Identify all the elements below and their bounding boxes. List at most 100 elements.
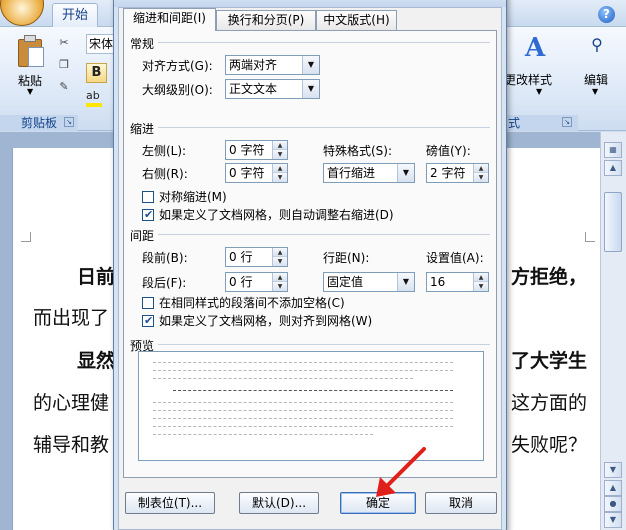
editing-label[interactable]: 编辑 [584, 71, 608, 88]
spin-up-icon[interactable]: ▲ [273, 248, 287, 257]
preview-line [153, 362, 453, 364]
tab-home[interactable]: 开始 [52, 3, 98, 28]
section-indent-heading: 缩进 [130, 122, 155, 136]
highlight-button[interactable]: ab [86, 87, 112, 107]
dialog-title-bar[interactable] [114, 0, 506, 7]
spin-up-icon[interactable]: ▲ [474, 164, 488, 173]
spin-down-icon[interactable]: ▼ [474, 173, 488, 182]
snap-to-grid-label: 如果定义了文档网格，则对齐到网格(W) [159, 314, 373, 328]
format-painter-icon[interactable]: ✎ [56, 79, 72, 95]
scroll-up-icon[interactable]: ▲ [604, 160, 622, 176]
vertical-scrollbar[interactable]: ▦ ▲ ▼ ▲ ● ▼ [600, 132, 626, 530]
space-before-label: 段前(B): [142, 251, 188, 265]
doc-text-fragment: 方拒绝， [511, 266, 588, 288]
chevron-down-icon[interactable]: ▼ [397, 273, 414, 291]
line-spacing-select[interactable]: 固定值 ▼ [323, 272, 415, 292]
chevron-down-icon[interactable]: ▼ [27, 87, 33, 96]
font-name-box[interactable]: 宋体 [86, 34, 116, 54]
spin-up-icon[interactable]: ▲ [273, 164, 287, 173]
doc-text-fragment: 日前 [77, 266, 116, 288]
help-icon[interactable]: ? [598, 6, 615, 23]
cancel-button[interactable]: 取消 [425, 492, 497, 514]
doc-text-fragment: 这方面的 [511, 392, 588, 414]
spin-down-icon[interactable]: ▼ [273, 173, 287, 182]
special-indent-value: 首行缩进 [327, 166, 376, 180]
checkbox-box[interactable]: ✔ [142, 191, 154, 203]
dialog-launcher-icon[interactable]: ↘ [562, 117, 572, 127]
indent-by-label: 磅值(Y): [426, 144, 471, 158]
doc-text-fragment: 辅导和教 [33, 434, 110, 456]
section-divider [158, 234, 490, 235]
section-divider [158, 344, 490, 345]
chevron-down-icon[interactable]: ▼ [397, 164, 414, 182]
chevron-down-icon[interactable]: ▼ [536, 87, 542, 96]
spin-up-icon[interactable]: ▲ [273, 273, 287, 282]
doc-text-fragment: 的心理健 [33, 392, 110, 414]
spin-up-icon[interactable]: ▲ [273, 141, 287, 150]
section-divider [158, 42, 490, 43]
spin-up-icon[interactable]: ▲ [474, 273, 488, 282]
paste-icon[interactable] [16, 33, 46, 69]
left-indent-spinner[interactable]: 0 字符 ▲ ▼ [225, 140, 288, 160]
office-button[interactable] [0, 0, 44, 26]
checkbox-box[interactable]: ✔ [142, 209, 154, 221]
highlight-label: ab [86, 89, 100, 102]
highlight-color-bar [86, 103, 102, 107]
spin-down-icon[interactable]: ▼ [273, 257, 287, 266]
outline-level-select[interactable]: 正文文本 ▼ [225, 79, 320, 99]
section-spacing-heading: 间距 [130, 229, 155, 243]
change-styles-icon[interactable]: A [525, 33, 555, 63]
checkmark-icon: ✔ [144, 208, 154, 221]
space-before-spinner[interactable]: 0 行 ▲ ▼ [225, 247, 288, 267]
scroll-down-icon[interactable]: ▼ [604, 462, 622, 478]
preview-line [153, 378, 413, 380]
checkbox-box[interactable]: ✔ [142, 315, 154, 327]
special-indent-select[interactable]: 首行缩进 ▼ [323, 163, 415, 183]
scrollbar-thumb[interactable] [604, 192, 622, 252]
tab-asian-typography[interactable]: 中文版式(H) [316, 10, 397, 30]
ruler-toggle-icon[interactable]: ▦ [604, 142, 622, 158]
checkbox-box[interactable]: ✔ [142, 297, 154, 309]
preview-line [153, 426, 453, 428]
spacing-at-spinner[interactable]: 16 ▲ ▼ [426, 272, 489, 292]
tab-indents-and-spacing[interactable]: 缩进和间距(I) [123, 8, 216, 31]
indent-by-spinner[interactable]: 2 字符 ▲ ▼ [426, 163, 489, 183]
alignment-label: 对齐方式(G): [142, 59, 213, 73]
doc-text-fragment: 而出现了 [33, 307, 110, 329]
mirror-indents-label: 对称缩进(M) [159, 190, 227, 204]
previous-page-icon[interactable]: ▲ [604, 480, 622, 496]
copy-icon[interactable]: ❐ [56, 57, 72, 73]
indent-by-value: 2 字符 [430, 166, 466, 180]
next-page-icon[interactable]: ▼ [604, 512, 622, 528]
binoculars-icon[interactable]: ⚲ [585, 35, 609, 59]
right-indent-label: 右侧(R): [142, 167, 188, 181]
set-default-button[interactable]: 默认(D)... [239, 492, 319, 514]
doc-text-fragment: 失败呢？ [511, 434, 588, 456]
chevron-down-icon[interactable]: ▼ [592, 87, 598, 96]
spin-down-icon[interactable]: ▼ [273, 150, 287, 159]
dialog-launcher-icon[interactable]: ↘ [64, 117, 74, 127]
spin-down-icon[interactable]: ▼ [474, 282, 488, 291]
browse-object-icon[interactable]: ● [604, 496, 622, 512]
preview-line [153, 410, 453, 412]
space-after-spinner[interactable]: 0 行 ▲ ▼ [225, 272, 288, 292]
alignment-select[interactable]: 两端对齐 ▼ [225, 55, 320, 75]
paragraph-dialog: 缩进和间距(I) 换行和分页(P) 中文版式(H) 常规 对齐方式(G): 两端… [113, 0, 507, 530]
space-after-label: 段后(F): [142, 276, 187, 290]
special-indent-label: 特殊格式(S): [323, 144, 393, 158]
doc-text-fragment: 显然 [77, 350, 116, 372]
chevron-down-icon[interactable]: ▼ [302, 80, 319, 98]
spin-down-icon[interactable]: ▼ [273, 282, 287, 291]
cut-icon[interactable]: ✂ [56, 35, 72, 51]
tabs-button[interactable]: 制表位(T)... [125, 492, 215, 514]
section-general-heading: 常规 [130, 37, 155, 51]
right-indent-spinner[interactable]: 0 字符 ▲ ▼ [225, 163, 288, 183]
tab-line-and-page-breaks[interactable]: 换行和分页(P) [216, 10, 316, 30]
change-styles-label[interactable]: 更改样式 [504, 71, 552, 88]
left-indent-value: 0 字符 [229, 143, 265, 157]
preview-line [173, 390, 453, 392]
chevron-down-icon[interactable]: ▼ [302, 56, 319, 74]
page-corner-mark [21, 232, 31, 242]
bold-button[interactable]: B [86, 63, 107, 83]
space-after-value: 0 行 [229, 275, 253, 289]
